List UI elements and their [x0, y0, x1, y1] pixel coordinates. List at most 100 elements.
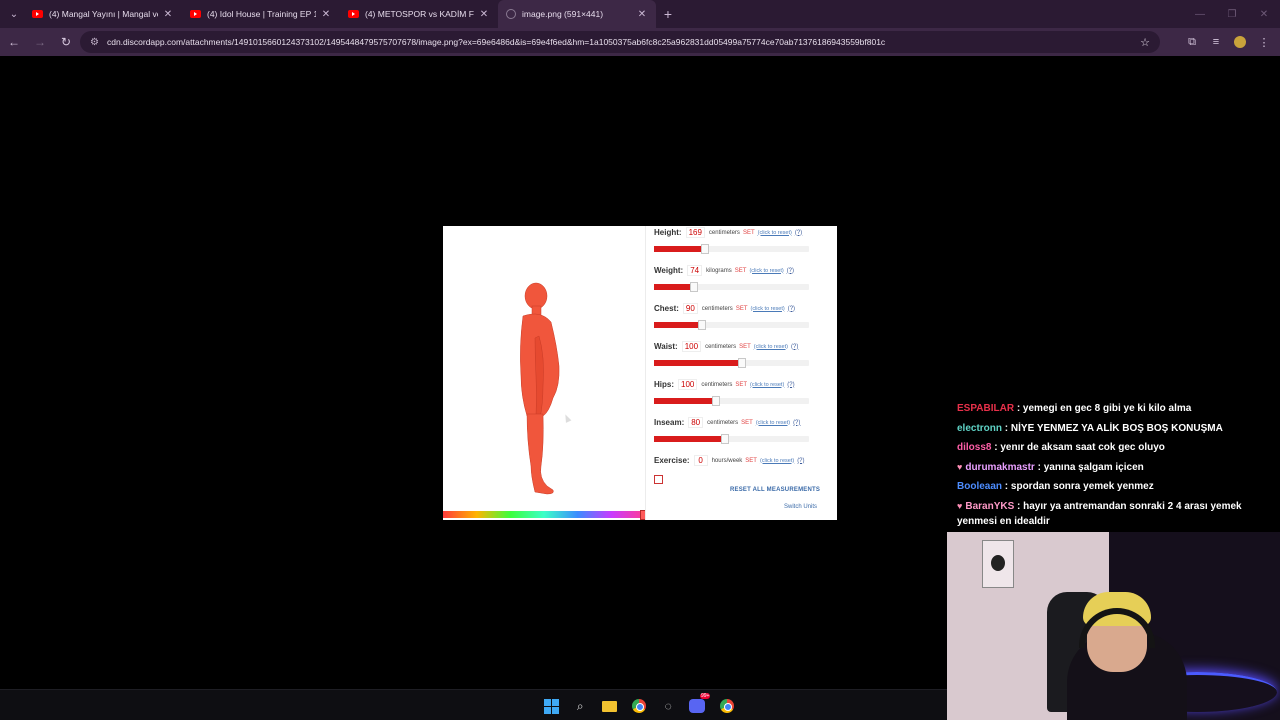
exercise-checkbox[interactable]: [654, 475, 663, 484]
set-button[interactable]: SET: [735, 268, 747, 274]
control-label: Exercise:: [654, 456, 690, 465]
help-link[interactable]: (?): [793, 420, 800, 426]
site-info-icon[interactable]: ⚙: [90, 37, 99, 48]
chest-input[interactable]: 90: [682, 303, 698, 314]
tab-idol-house[interactable]: (4) Idol House | Training EP 11 | ✕: [182, 0, 340, 28]
address-bar[interactable]: ⚙ cdn.discordapp.com/attachments/1491015…: [80, 31, 1160, 53]
reset-link[interactable]: (click to reset): [754, 344, 788, 350]
slider-thumb[interactable]: [721, 434, 730, 444]
switch-units-link[interactable]: Switch Units: [784, 504, 817, 510]
height-slider[interactable]: [654, 244, 809, 254]
set-button[interactable]: SET: [735, 382, 747, 388]
minimize-button[interactable]: —: [1184, 0, 1216, 28]
set-button[interactable]: SET: [739, 344, 751, 350]
new-tab-button[interactable]: +: [656, 6, 680, 22]
close-icon[interactable]: ✕: [162, 9, 174, 20]
maximize-button[interactable]: ❐: [1216, 0, 1248, 28]
weight-input[interactable]: 74: [687, 265, 703, 276]
profile-avatar[interactable]: [1234, 36, 1246, 48]
media-controls-icon[interactable]: ≡: [1204, 30, 1228, 54]
forward-button[interactable]: →: [28, 30, 52, 54]
slider-thumb[interactable]: [701, 244, 710, 254]
reset-link[interactable]: (click to reset): [756, 420, 790, 426]
tab-strip: ⌄ (4) Mangal Yayını | Mangal ve T ✕ (4) …: [0, 0, 1280, 28]
search-icon[interactable]: ⌕: [570, 696, 590, 716]
wall-poster: [982, 540, 1014, 588]
hips-input[interactable]: 100: [678, 379, 698, 390]
chat-username: electronn: [957, 422, 1003, 434]
inseam-input[interactable]: 80: [688, 417, 704, 428]
reset-link[interactable]: (click to reset): [750, 382, 784, 388]
control-unit: centimeters: [705, 343, 737, 350]
height-input[interactable]: 169: [685, 227, 705, 238]
toolbar-actions: ⧉ ≡ ⋮: [1180, 30, 1276, 54]
set-button[interactable]: SET: [741, 420, 753, 426]
discord-icon[interactable]: [687, 693, 711, 716]
waist-slider[interactable]: [654, 358, 809, 368]
slider-thumb[interactable]: [698, 320, 707, 330]
control-unit: centimeters: [701, 381, 733, 388]
windows-start-icon[interactable]: [541, 696, 561, 716]
reset-link[interactable]: (click to reset): [749, 268, 783, 274]
inseam-slider[interactable]: [654, 434, 809, 444]
slider-fill: [654, 284, 695, 290]
back-button[interactable]: ←: [2, 30, 26, 54]
waist-input[interactable]: 100: [681, 341, 702, 352]
help-link[interactable]: (?): [788, 306, 795, 312]
tab-title: (4) METOSPOR vs KADİM FUTB: [365, 9, 474, 19]
inseam-control: Inseam: 80 centimeters SET (click to res…: [654, 417, 834, 444]
clock-app-icon[interactable]: ◌: [658, 696, 678, 716]
reset-all-link[interactable]: RESET ALL MEASUREMENTS: [730, 487, 820, 493]
taskbar-icons: ⌕ ◌: [541, 693, 746, 716]
tab-metospor[interactable]: (4) METOSPOR vs KADİM FUTB ✕: [340, 0, 498, 28]
weight-slider[interactable]: [654, 282, 809, 292]
chrome-icon[interactable]: [629, 696, 649, 716]
set-button[interactable]: SET: [745, 458, 757, 464]
help-link[interactable]: (?): [795, 230, 802, 236]
slider-thumb[interactable]: [738, 358, 747, 368]
help-link[interactable]: (?): [797, 458, 804, 464]
close-window-button[interactable]: ✕: [1248, 0, 1280, 28]
url-text[interactable]: cdn.discordapp.com/attachments/149101566…: [107, 37, 1134, 47]
reload-button[interactable]: ↻: [54, 30, 78, 54]
reset-link[interactable]: (click to reset): [760, 458, 794, 464]
help-link[interactable]: (?): [791, 344, 798, 350]
displayed-image: Height: 169 centimeters SET (click to re…: [443, 226, 837, 520]
taskbar: ⌕ ◌: [0, 689, 947, 720]
hips-slider[interactable]: [654, 396, 809, 406]
weight-control: Weight: 74 kilograms SET (click to reset…: [654, 265, 834, 292]
extensions-icon[interactable]: ⧉: [1180, 30, 1204, 54]
reset-link[interactable]: (click to reset): [758, 230, 792, 236]
chat-message: diloss8 : yenır de aksam saat cok gec ol…: [957, 440, 1257, 455]
menu-icon[interactable]: ⋮: [1252, 30, 1276, 54]
reset-link[interactable]: (click to reset): [750, 306, 784, 312]
tab-mangal[interactable]: (4) Mangal Yayını | Mangal ve T ✕: [24, 0, 182, 28]
youtube-icon: [32, 10, 43, 18]
control-label: Waist:: [654, 342, 678, 351]
set-button[interactable]: SET: [743, 230, 755, 236]
chat-text: : spordan sonra yemek yenmez: [1004, 481, 1154, 493]
close-icon[interactable]: ✕: [320, 9, 332, 20]
file-explorer-icon[interactable]: [600, 696, 620, 716]
chat-text: : yanına şalgam içicen: [1037, 461, 1144, 473]
body-model-viewport[interactable]: [443, 226, 649, 520]
chest-control: Chest: 90 centimeters SET (click to rese…: [654, 303, 834, 330]
help-link[interactable]: (?): [787, 382, 794, 388]
tab-search-icon[interactable]: ⌄: [4, 4, 24, 24]
close-icon[interactable]: ✕: [478, 9, 490, 20]
slider-thumb[interactable]: [690, 282, 699, 292]
slider-thumb[interactable]: [712, 396, 720, 406]
close-icon[interactable]: ✕: [636, 9, 648, 20]
waist-control: Waist: 100 centimeters SET (click to res…: [654, 341, 834, 368]
youtube-icon: [190, 10, 201, 18]
set-button[interactable]: SET: [736, 306, 748, 312]
control-unit: centimeters: [701, 305, 733, 312]
bookmark-star-icon[interactable]: ☆: [1140, 36, 1150, 49]
exercise-input[interactable]: 0: [693, 455, 708, 466]
chest-slider[interactable]: [654, 320, 809, 330]
tab-image[interactable]: image.png (591×441) ✕: [498, 0, 656, 28]
tab-title: (4) Mangal Yayını | Mangal ve T: [49, 9, 158, 19]
stream-chat: ESPABILAR : yemegi en gec 8 gibi ye ki k…: [957, 401, 1257, 534]
chrome-icon[interactable]: [717, 696, 737, 716]
help-link[interactable]: (?): [787, 268, 794, 274]
